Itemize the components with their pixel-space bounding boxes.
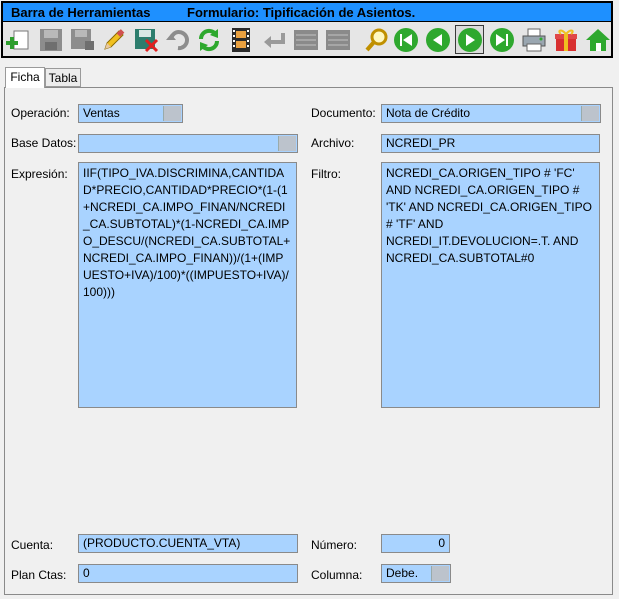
toolbar-window: Barra de Herramientas Formulario: Tipifi… [1, 1, 613, 58]
list-icon[interactable] [323, 25, 352, 54]
operacion-select[interactable]: Ventas [78, 104, 183, 123]
archivo-field[interactable]: NCREDI_PR [381, 134, 600, 153]
columna-value: Debe. [386, 566, 419, 580]
filtro-textarea[interactable]: NCREDI_CA.ORIGEN_TIPO # 'FC' AND NCREDI_… [381, 162, 600, 408]
expresion-textarea[interactable]: IIF(TIPO_IVA.DISCRIMINA,CANTIDAD*PRECIO,… [78, 162, 297, 408]
expresion-label: Expresión: [11, 167, 68, 181]
numero-label: Número: [311, 538, 358, 552]
form-title: Formulario: Tipificación de Asientos. [187, 5, 416, 20]
base-datos-label: Base Datos: [11, 136, 77, 150]
cuenta-value: (PRODUCTO.CUENTA_VTA) [83, 536, 241, 550]
first-record-icon[interactable] [391, 25, 420, 54]
cuenta-field[interactable]: (PRODUCTO.CUENTA_VTA) [78, 534, 298, 553]
filtro-label: Filtro: [311, 167, 341, 181]
cuenta-label: Cuenta: [11, 538, 54, 552]
archivo-label: Archivo: [311, 136, 355, 150]
last-record-icon[interactable] [487, 25, 516, 54]
numero-field[interactable]: 0 [381, 534, 450, 553]
refresh-icon[interactable] [194, 25, 223, 54]
delete-save-icon[interactable] [131, 25, 160, 54]
plan-ctas-field[interactable]: 0 [78, 564, 298, 583]
plan-ctas-label: Plan Ctas: [11, 568, 67, 582]
toolbar-title: Barra de Herramientas [11, 5, 151, 20]
search-icon[interactable] [362, 25, 391, 54]
tab-ficha[interactable]: Ficha [5, 67, 45, 88]
tab-tabla[interactable]: Tabla [45, 68, 81, 87]
edit-icon[interactable] [99, 25, 128, 54]
undo-icon[interactable] [163, 25, 192, 54]
home-icon[interactable] [583, 25, 612, 54]
base-datos-select[interactable] [78, 134, 298, 153]
documento-select[interactable]: Nota de Crédito [381, 104, 601, 123]
operacion-dropdown-button[interactable] [163, 106, 181, 121]
previous-record-icon[interactable] [423, 25, 452, 54]
operacion-label: Operación: [11, 106, 70, 120]
documento-dropdown-button[interactable] [581, 106, 599, 121]
print-icon[interactable] [519, 25, 548, 54]
list-icon[interactable] [291, 25, 320, 54]
add-icon[interactable] [3, 25, 32, 54]
base-datos-dropdown-button[interactable] [278, 136, 296, 151]
save-all-icon[interactable] [67, 25, 96, 54]
documento-label: Documento: [311, 106, 376, 120]
toolbar-icons [3, 22, 611, 56]
columna-dropdown-button[interactable] [431, 566, 449, 581]
toolbar-title-bar: Barra de Herramientas Formulario: Tipifi… [3, 3, 611, 22]
return-icon[interactable] [259, 25, 288, 54]
numero-value: 0 [438, 536, 445, 550]
archivo-value: NCREDI_PR [386, 136, 456, 150]
operacion-value: Ventas [83, 106, 120, 120]
film-icon[interactable] [226, 25, 255, 54]
columna-label: Columna: [311, 568, 363, 582]
next-record-icon[interactable] [455, 25, 484, 54]
documento-value: Nota de Crédito [386, 106, 471, 120]
plan-ctas-value: 0 [83, 566, 90, 580]
gift-icon[interactable] [551, 25, 580, 54]
columna-select[interactable]: Debe. [381, 564, 451, 583]
save-icon[interactable] [36, 25, 65, 54]
